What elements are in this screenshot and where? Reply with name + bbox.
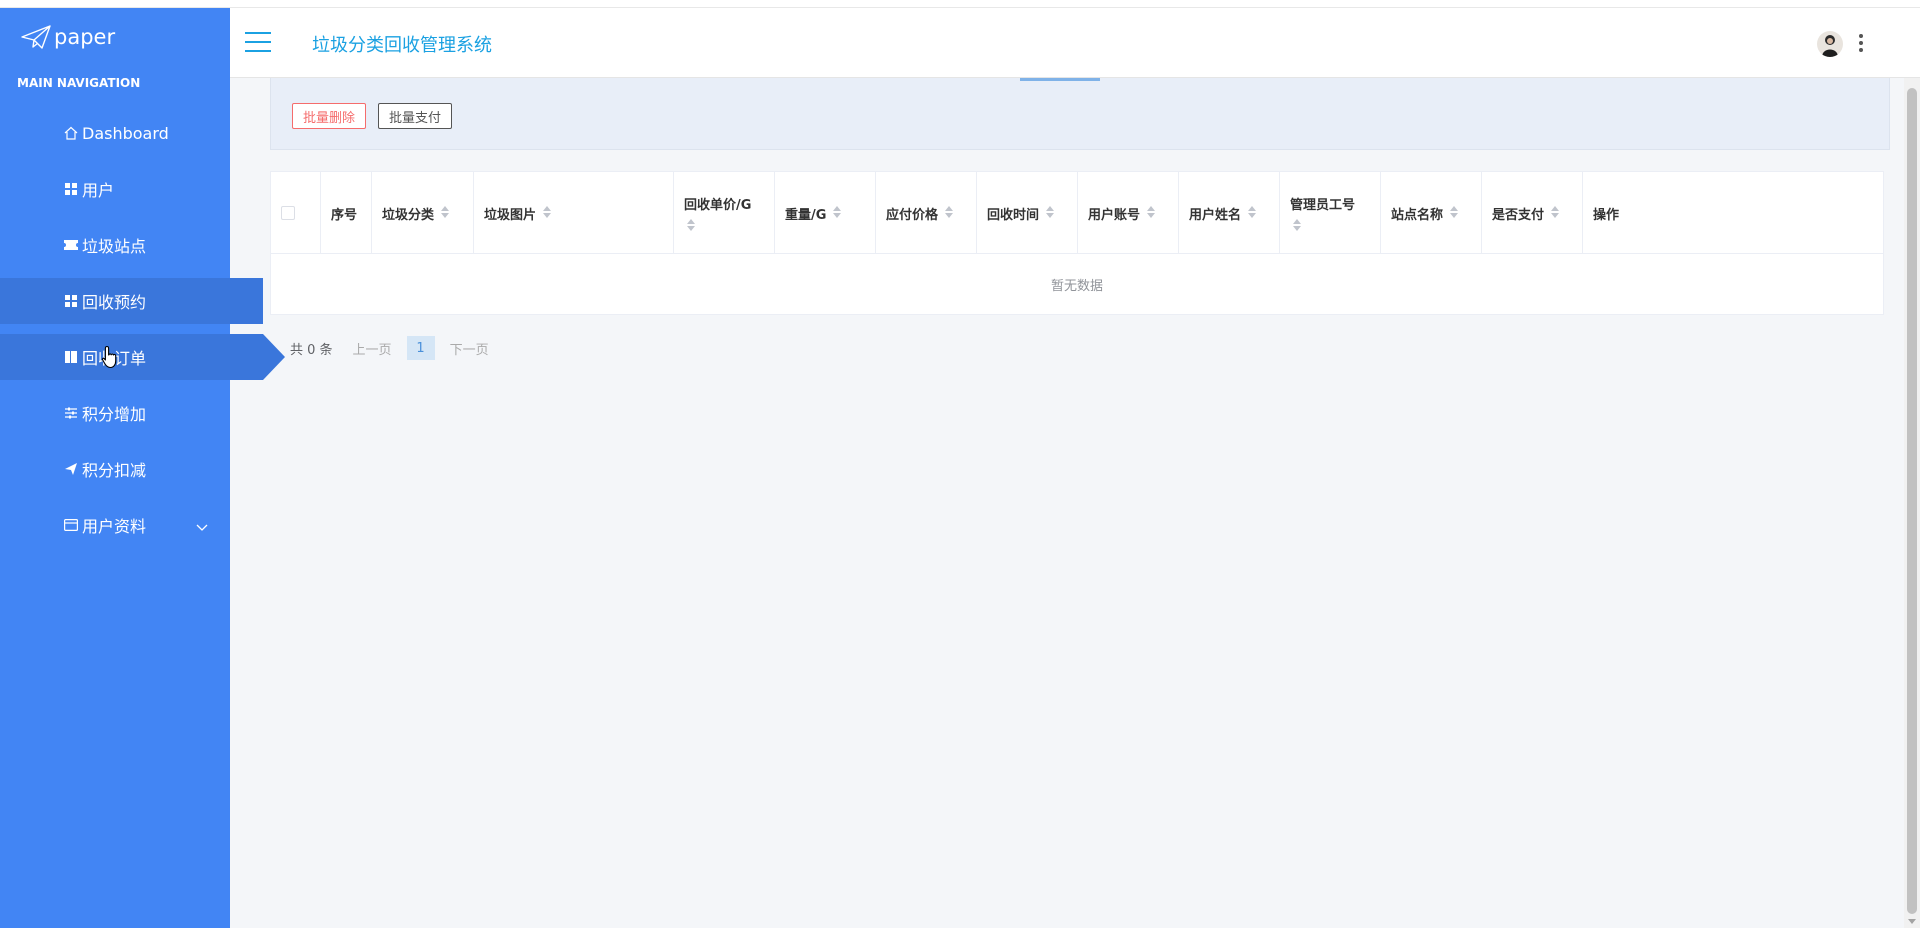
sort-icon[interactable]: [944, 206, 954, 220]
empty-state: 暂无数据: [1050, 278, 1103, 294]
send-icon: [63, 461, 79, 477]
prev-page-button[interactable]: 上一页: [353, 339, 392, 358]
main-content: 批量删除 批量支付 序号 垃圾分类 垃圾图片 回收单价/G 重量/G 应付价格 …: [230, 78, 1900, 928]
sort-icon[interactable]: [542, 206, 552, 220]
sidebar-item-users[interactable]: 用户: [0, 166, 230, 212]
column-header-payable[interactable]: 应付价格: [876, 172, 977, 254]
nav-section-title: MAIN NAVIGATION: [17, 76, 141, 90]
orders-table: 序号 垃圾分类 垃圾图片 回收单价/G 重量/G 应付价格 回收时间 用户账号 …: [270, 171, 1884, 315]
sort-icon[interactable]: [1045, 206, 1055, 220]
sort-icon[interactable]: [1449, 206, 1459, 220]
top-strip: [0, 0, 1920, 8]
sidebar-item-appointments[interactable]: 回收预约: [0, 278, 263, 324]
sort-icon[interactable]: [1146, 206, 1156, 220]
sidebar: paper MAIN NAVIGATION Dashboard 用户 垃圾站点: [0, 8, 285, 928]
scroll-down-icon[interactable]: [1908, 919, 1916, 924]
more-vertical-icon[interactable]: [1857, 32, 1865, 54]
brand-logo[interactable]: paper: [20, 24, 115, 50]
book-icon: [63, 349, 79, 365]
menu-toggle-icon[interactable]: [245, 32, 271, 52]
column-header-index: 序号: [321, 172, 372, 254]
hand-cursor-icon: [101, 345, 117, 369]
column-header-actions: 操作: [1593, 207, 1620, 223]
sort-icon[interactable]: [1292, 218, 1302, 233]
active-tab-indicator: [1020, 78, 1100, 81]
sidebar-item-label: Dashboard: [82, 123, 169, 143]
grid-icon: [63, 181, 79, 197]
sliders-icon: [63, 405, 79, 421]
avatar[interactable]: [1817, 31, 1843, 57]
sort-icon[interactable]: [1550, 206, 1560, 220]
home-icon: [63, 125, 79, 141]
page-number-button[interactable]: 1: [406, 336, 435, 360]
column-header-image[interactable]: 垃圾图片: [474, 172, 674, 254]
sidebar-item-label: 回收预约: [82, 293, 147, 312]
next-page-button[interactable]: 下一页: [450, 339, 489, 358]
card-icon: [63, 517, 79, 533]
column-header-time[interactable]: 回收时间: [977, 172, 1078, 254]
pagination: 共 0 条 上一页 1 下一页: [290, 336, 489, 360]
column-header-admin-id[interactable]: 管理员工号: [1280, 172, 1381, 254]
grid-icon: [63, 293, 79, 309]
sidebar-item-label: 用户: [82, 181, 115, 200]
ticket-icon: [63, 237, 79, 253]
sidebar-item-label: 积分扣减: [82, 461, 147, 480]
sort-icon[interactable]: [440, 206, 450, 220]
batch-delete-button[interactable]: 批量删除: [292, 103, 367, 129]
sidebar-item-dashboard[interactable]: Dashboard: [0, 110, 230, 156]
vertical-scrollbar[interactable]: [1904, 8, 1920, 928]
sidebar-item-points-deduct[interactable]: 积分扣减: [0, 446, 230, 492]
sidebar-item-label: 积分增加: [82, 405, 147, 424]
sidebar-nav: Dashboard 用户 垃圾站点 回收预约 回收订单: [0, 110, 285, 558]
sort-icon[interactable]: [686, 218, 696, 233]
paper-plane-icon: [21, 25, 51, 49]
sort-icon[interactable]: [1247, 206, 1257, 220]
column-header-station[interactable]: 站点名称: [1381, 172, 1482, 254]
page-title: 垃圾分类回收管理系统: [312, 35, 492, 56]
top-header: 垃圾分类回收管理系统: [230, 8, 1920, 78]
column-header-category[interactable]: 垃圾分类: [372, 172, 474, 254]
sidebar-item-stations[interactable]: 垃圾站点: [0, 222, 230, 268]
column-header-account[interactable]: 用户账号: [1078, 172, 1179, 254]
table-header: 序号 垃圾分类 垃圾图片 回收单价/G 重量/G 应付价格 回收时间 用户账号 …: [271, 172, 1883, 254]
sidebar-item-user-profile[interactable]: 用户资料: [0, 502, 230, 548]
column-header-username[interactable]: 用户姓名: [1179, 172, 1280, 254]
sidebar-item-label: 垃圾站点: [82, 237, 147, 256]
sidebar-item-orders[interactable]: 回收订单: [0, 334, 285, 380]
sort-icon[interactable]: [832, 206, 842, 220]
column-header-paid[interactable]: 是否支付: [1482, 172, 1583, 254]
select-all-cell: [271, 172, 321, 254]
sidebar-item-label: 用户资料: [82, 517, 147, 536]
chevron-down-icon: [196, 517, 208, 536]
pagination-total: 共 0 条: [290, 342, 333, 358]
column-header-unit-price[interactable]: 回收单价/G: [674, 172, 775, 254]
toolbar-panel: 批量删除 批量支付: [270, 78, 1890, 150]
brand-name: paper: [54, 25, 116, 49]
column-header-weight[interactable]: 重量/G: [775, 172, 876, 254]
scrollbar-thumb[interactable]: [1907, 88, 1917, 914]
batch-pay-button[interactable]: 批量支付: [378, 103, 453, 129]
select-all-checkbox[interactable]: [281, 206, 295, 220]
sidebar-item-points-add[interactable]: 积分增加: [0, 390, 230, 436]
